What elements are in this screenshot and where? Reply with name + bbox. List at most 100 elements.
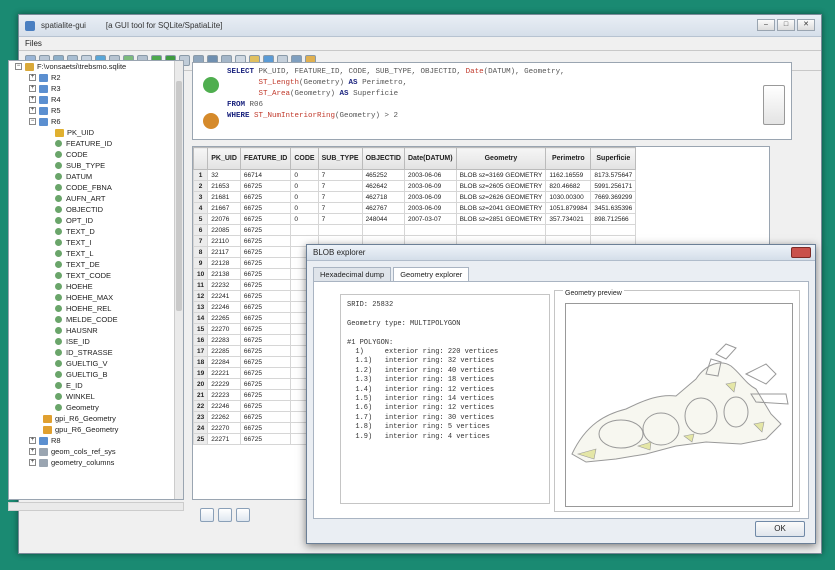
table-cell[interactable]: 2003-06-09: [403, 202, 457, 214]
column-header[interactable]: Perimetro: [545, 147, 592, 170]
tree-column-text-code[interactable]: TEXT_CODE: [9, 270, 183, 281]
ok-button[interactable]: OK: [755, 521, 805, 537]
table-cell[interactable]: 21667: [207, 202, 241, 214]
table-cell[interactable]: 22232: [207, 279, 241, 291]
row-number[interactable]: 13: [193, 301, 209, 313]
sql-history-icon[interactable]: [203, 113, 219, 129]
table-cell[interactable]: [403, 224, 457, 236]
prev-page-button[interactable]: [218, 508, 232, 522]
table-cell[interactable]: 22223: [207, 389, 241, 401]
table-cell[interactable]: 22270: [207, 323, 241, 335]
row-number[interactable]: 12: [193, 290, 209, 302]
table-cell[interactable]: 66725: [239, 246, 292, 258]
table-cell[interactable]: BLOB sz=2041 GEOMETRY: [455, 202, 547, 214]
table-cell[interactable]: 22241: [207, 290, 241, 302]
row-number[interactable]: 3: [193, 191, 209, 203]
tree-column-hausnr[interactable]: HAUSNR: [9, 325, 183, 336]
table-cell[interactable]: 66725: [239, 345, 292, 357]
tree-table-r2[interactable]: + R2: [9, 72, 183, 83]
table-cell[interactable]: 66714: [239, 169, 292, 181]
tree-column-gueltig-v[interactable]: GUELTIG_V: [9, 358, 183, 369]
table-cell[interactable]: 7: [317, 169, 363, 181]
column-header[interactable]: FEATURE_ID: [239, 147, 292, 170]
tree-column-feature-id[interactable]: FEATURE_ID: [9, 138, 183, 149]
table-cell[interactable]: 66725: [239, 202, 292, 214]
table-row[interactable]: 3 21681 66725 0 7 462718 2003-06-09 BLOB sz=262…: [193, 191, 637, 203]
table-cell[interactable]: BLOB sz=2851 GEOMETRY: [455, 213, 547, 225]
table-cell[interactable]: 22246: [207, 400, 241, 412]
table-cell[interactable]: 66725: [239, 411, 292, 423]
table-cell[interactable]: 8173.575647: [590, 169, 637, 181]
row-number[interactable]: 9: [193, 257, 209, 269]
table-cell[interactable]: 465252: [361, 169, 405, 181]
first-page-button[interactable]: [200, 508, 214, 522]
table-cell[interactable]: 248044: [361, 213, 405, 225]
sql-text[interactable]: SELECT PK_UID, FEATURE_ID, CODE, SUB_TYP…: [227, 67, 565, 122]
table-cell[interactable]: 0: [290, 202, 319, 214]
table-cell[interactable]: 66725: [239, 290, 292, 302]
table-cell[interactable]: 22229: [207, 378, 241, 390]
row-number[interactable]: 8: [193, 246, 209, 258]
row-number[interactable]: 1: [193, 169, 209, 181]
table-cell[interactable]: 66725: [239, 389, 292, 401]
tree-scrollbar[interactable]: [174, 61, 183, 499]
tree-column-text-i[interactable]: TEXT_I: [9, 237, 183, 248]
table-cell[interactable]: 66725: [239, 213, 292, 225]
row-number[interactable]: 25: [193, 433, 209, 445]
table-cell[interactable]: 7: [317, 202, 363, 214]
refresh-button[interactable]: [236, 508, 250, 522]
table-row[interactable]: 1 32 66714 0 7 465252 2003-06-06 BLOB sz=3169 G…: [193, 169, 637, 181]
table-cell[interactable]: [317, 224, 363, 236]
tree-table-r8[interactable]: + R8: [9, 435, 183, 446]
table-row[interactable]: 6 22085 66725: [193, 224, 637, 236]
table-cell[interactable]: 32: [207, 169, 241, 181]
table-cell[interactable]: 66725: [239, 279, 292, 291]
table-cell[interactable]: 2003-06-09: [403, 180, 457, 192]
tree-column-ise-id[interactable]: ISE_ID: [9, 336, 183, 347]
table-row[interactable]: 4 21667 66725 0 7 462767 2003-06-09 BLOB sz=204…: [193, 202, 637, 214]
table-cell[interactable]: 21653: [207, 180, 241, 192]
table-row[interactable]: 5 22076 66725 0 7 248044 2007-03-07 BLOB sz=285…: [193, 213, 637, 225]
table-cell[interactable]: 66725: [239, 433, 292, 445]
table-cell[interactable]: 66725: [239, 191, 292, 203]
tab-hex-dump[interactable]: Hexadecimal dump: [313, 267, 392, 281]
tree-column-objectid[interactable]: OBJECTID: [9, 204, 183, 215]
table-cell[interactable]: BLOB sz=3169 GEOMETRY: [455, 169, 547, 181]
row-number[interactable]: 22: [193, 400, 209, 412]
row-number[interactable]: 21: [193, 389, 209, 401]
tree-hscrollbar[interactable]: [8, 502, 184, 511]
tree-column-datum[interactable]: DATUM: [9, 171, 183, 182]
table-cell[interactable]: 462642: [361, 180, 405, 192]
table-cell[interactable]: 1030.00300: [545, 191, 592, 203]
tab-geometry-explorer[interactable]: Geometry explorer: [393, 267, 470, 281]
table-cell[interactable]: [590, 224, 637, 236]
row-number[interactable]: 24: [193, 422, 209, 434]
table-cell[interactable]: 0: [290, 191, 319, 203]
table-cell[interactable]: 21681: [207, 191, 241, 203]
row-number[interactable]: 7: [193, 235, 209, 247]
tree-column-e-id[interactable]: E_ID: [9, 380, 183, 391]
table-cell[interactable]: 66725: [239, 367, 292, 379]
table-cell[interactable]: 66725: [239, 180, 292, 192]
tree-column-text-l[interactable]: TEXT_L: [9, 248, 183, 259]
table-cell[interactable]: 22117: [207, 246, 241, 258]
tree-table-r4[interactable]: + R4: [9, 94, 183, 105]
row-number[interactable]: 17: [193, 345, 209, 357]
table-cell[interactable]: 22284: [207, 356, 241, 368]
table-cell[interactable]: 66725: [239, 224, 292, 236]
table-cell[interactable]: 2007-03-07: [403, 213, 457, 225]
tree-column-melde-code[interactable]: MELDE_CODE: [9, 314, 183, 325]
column-header[interactable]: CODE: [290, 147, 319, 170]
row-number[interactable]: 11: [193, 279, 209, 291]
tree-column-hoehe[interactable]: HOEHE: [9, 281, 183, 292]
tree-index-gpi[interactable]: gpi_R6_Geometry: [9, 413, 183, 424]
tree-table-r5[interactable]: + R5: [9, 105, 183, 116]
table-cell[interactable]: 66725: [239, 356, 292, 368]
table-cell[interactable]: 898.712566: [590, 213, 637, 225]
table-cell[interactable]: 2003-06-09: [403, 191, 457, 203]
tree-column-pk-uid[interactable]: PK_UID: [9, 127, 183, 138]
tree-column-text-de[interactable]: TEXT_DE: [9, 259, 183, 270]
table-cell[interactable]: 22271: [207, 433, 241, 445]
table-cell[interactable]: 0: [290, 213, 319, 225]
tree-index-gpu[interactable]: gpu_R6_Geometry: [9, 424, 183, 435]
